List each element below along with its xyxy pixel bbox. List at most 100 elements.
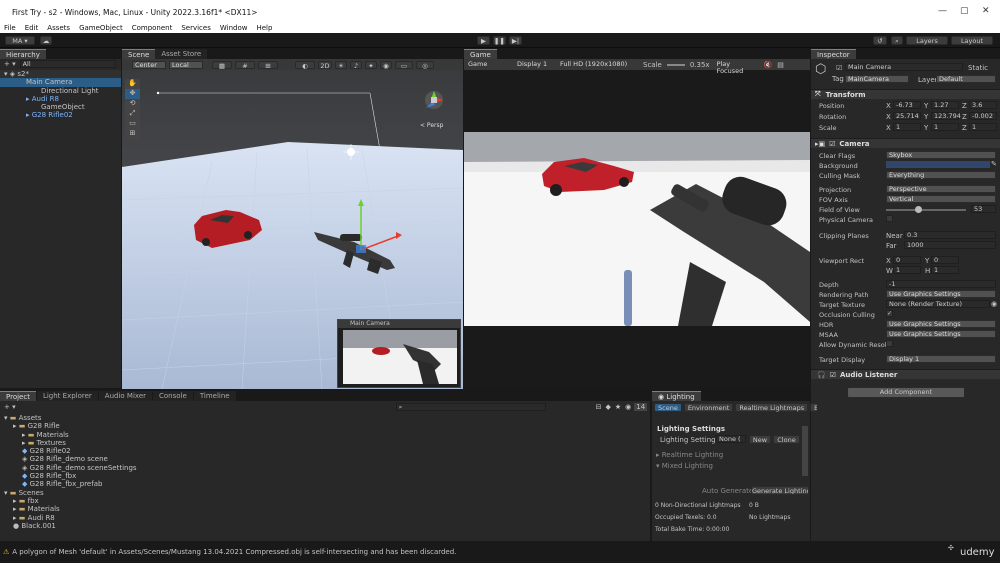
project-item[interactable]: ▸ ▬ Audi R8 (0, 514, 650, 522)
project-item[interactable]: ▾ ▬ Scenes (0, 489, 650, 497)
transform-rotation-x[interactable]: 25.714 (893, 112, 921, 120)
lighting-settings-field[interactable]: None ( (716, 435, 746, 443)
effects-icon[interactable]: ✦ (365, 60, 377, 70)
object-picker-icon[interactable]: ◉ (991, 300, 997, 308)
lighting-tab-baked[interactable]: Baked (810, 402, 819, 412)
draw-mode-icon[interactable]: ◐ (295, 60, 315, 70)
grid-icon[interactable]: # (235, 60, 255, 70)
active-checkbox[interactable]: ☑ (836, 64, 842, 72)
maximize-button[interactable]: ▢ (960, 6, 969, 16)
project-item[interactable]: ◆ G28 Rifle02 (0, 447, 650, 455)
project-item[interactable]: ◈ G28 Rifle_demo sceneSettings (0, 464, 650, 472)
lighting-scrollbar[interactable] (802, 426, 808, 476)
history-icon[interactable]: ↺ (873, 36, 887, 45)
new-settings-button[interactable]: New (749, 435, 771, 444)
hidden-objects-icon[interactable]: ◉ (380, 60, 392, 70)
hierarchy-item-directional-light[interactable]: Directional Light (0, 87, 121, 95)
hidden-packages-icon[interactable]: ◉ (625, 403, 631, 411)
menu-help[interactable]: Help (256, 24, 272, 32)
rect-tool-icon[interactable]: ▭ (125, 119, 140, 129)
cloud-icon[interactable]: ☁ (40, 36, 52, 45)
transform-scale-y[interactable]: 1 (931, 123, 959, 131)
stats-icon[interactable]: ▤ (777, 61, 784, 69)
lighting-tab-environment[interactable]: Environment (683, 402, 734, 412)
mixed-lighting-section[interactable]: ▾ Mixed Lighting (656, 462, 713, 470)
clone-settings-button[interactable]: Clone (773, 435, 800, 444)
hdr-dropdown[interactable]: Use Graphics Settings (886, 320, 996, 328)
hand-tool-icon[interactable]: ✋ (125, 79, 140, 89)
scene-root[interactable]: ▾ ◈ s2* (0, 70, 121, 79)
step-icon[interactable]: ▶| (509, 36, 522, 45)
resolution-dropdown[interactable]: Full HD (1920x1080) (558, 60, 638, 69)
transform-scale-x[interactable]: 1 (893, 123, 921, 131)
snap-icon[interactable]: ⊞ (258, 60, 278, 70)
grid-snap-icon[interactable]: ▦ (212, 60, 232, 70)
scale-slider[interactable] (666, 63, 685, 66)
pivot-dropdown[interactable]: Center (132, 60, 166, 69)
hierarchy-item-main-camera[interactable]: Main Camera (0, 78, 121, 87)
game-viewport[interactable] (464, 132, 810, 326)
account-button[interactable]: MA ▾ (5, 36, 35, 45)
transform-position-z[interactable]: 3.6 (969, 101, 997, 109)
status-message[interactable]: A polygon of Mesh 'default' in Assets/Sc… (12, 548, 456, 556)
hierarchy-item-rifle[interactable]: ▸ G28 Rifle02 (0, 111, 121, 119)
tab-lighting[interactable]: ◉ Lighting (652, 391, 701, 401)
menu-window[interactable]: Window (220, 24, 248, 32)
orientation-gizmo[interactable] (425, 91, 443, 109)
camera-settings-icon[interactable]: ▭ (395, 60, 413, 70)
search-icon[interactable]: ⌕ (891, 36, 903, 45)
fov-axis-dropdown[interactable]: Vertical (886, 195, 996, 203)
near-input[interactable]: 0.3 (904, 231, 996, 239)
project-item[interactable]: ◆ G28 Rifle_fbx (0, 472, 650, 480)
play-focused-dropdown[interactable]: Play Focused (714, 60, 759, 74)
menu-edit[interactable]: Edit (25, 24, 39, 32)
project-item[interactable]: ▸ ▬ Materials (0, 505, 650, 513)
close-button[interactable]: ✕ (982, 6, 990, 16)
fov-input[interactable]: 53 (971, 205, 996, 213)
rendering-path-dropdown[interactable]: Use Graphics Settings (886, 290, 996, 298)
space-dropdown[interactable]: Local (169, 60, 203, 69)
play-icon[interactable]: ▶ (477, 36, 490, 45)
mute-icon[interactable]: 🔇 (764, 61, 773, 69)
2d-toggle[interactable]: 2D (318, 60, 332, 70)
persp-label[interactable]: < Persp (420, 122, 444, 129)
viewport-w-input[interactable]: 1 (893, 266, 921, 274)
add-icon[interactable]: + ▾ (4, 60, 16, 68)
transform-header[interactable]: ⤧ Transform (811, 89, 1000, 99)
tab-asset-store[interactable]: Asset Store (155, 49, 208, 59)
occlusion-checkbox[interactable]: ✓ (886, 310, 893, 317)
project-item[interactable]: ▸ ▬ G28 Rifle (0, 422, 650, 430)
game-mode-dropdown[interactable]: Game (466, 60, 510, 69)
hierarchy-item-audi[interactable]: ▸ Audi R8 (0, 95, 121, 103)
background-color-swatch[interactable] (886, 161, 990, 168)
project-item[interactable]: ▸ ▬ fbx (0, 497, 650, 505)
project-search-input[interactable]: ⌕ (395, 402, 546, 411)
msaa-dropdown[interactable]: Use Graphics Settings (886, 330, 996, 338)
filter-type-icon[interactable]: ⊟ (596, 403, 602, 411)
tab-project[interactable]: Project (0, 391, 36, 401)
far-input[interactable]: 1000 (904, 241, 996, 249)
static-toggle[interactable]: Static (968, 64, 988, 72)
clear-flags-dropdown[interactable]: Skybox (886, 151, 996, 159)
lighting-tab-scene[interactable]: Scene (654, 402, 682, 412)
project-item[interactable]: ◈ G28 Rifle_demo scene (0, 455, 650, 463)
tab-timeline[interactable]: Timeline (193, 391, 236, 401)
favorite-icon[interactable]: ★ (615, 403, 621, 411)
viewport-y-input[interactable]: 0 (931, 256, 959, 264)
move-tool-icon[interactable]: ✥ (125, 89, 140, 99)
project-add-icon[interactable]: + ▾ (4, 403, 16, 411)
tab-scene[interactable]: Scene (122, 49, 156, 59)
menu-file[interactable]: File (4, 24, 16, 32)
hierarchy-search-input[interactable]: All (19, 60, 116, 68)
viewport-h-input[interactable]: 1 (931, 266, 959, 274)
tab-audio-mixer[interactable]: Audio Mixer (98, 391, 153, 401)
transform-position-y[interactable]: 1.27 (931, 101, 959, 109)
camera-header[interactable]: ▸▣ ☑ Camera (811, 138, 1000, 148)
viewport-x-input[interactable]: 0 (893, 256, 921, 264)
realtime-lighting-section[interactable]: ▸ Realtime Lighting (656, 451, 723, 459)
transform-position-x[interactable]: -6.73 (893, 101, 921, 109)
minimize-button[interactable]: — (938, 6, 947, 16)
generate-lighting-button[interactable]: Generate Lighting (751, 486, 809, 495)
project-item[interactable]: ● Black.001 (0, 522, 650, 530)
project-item[interactable]: ▸ ▬ Textures (0, 439, 650, 447)
